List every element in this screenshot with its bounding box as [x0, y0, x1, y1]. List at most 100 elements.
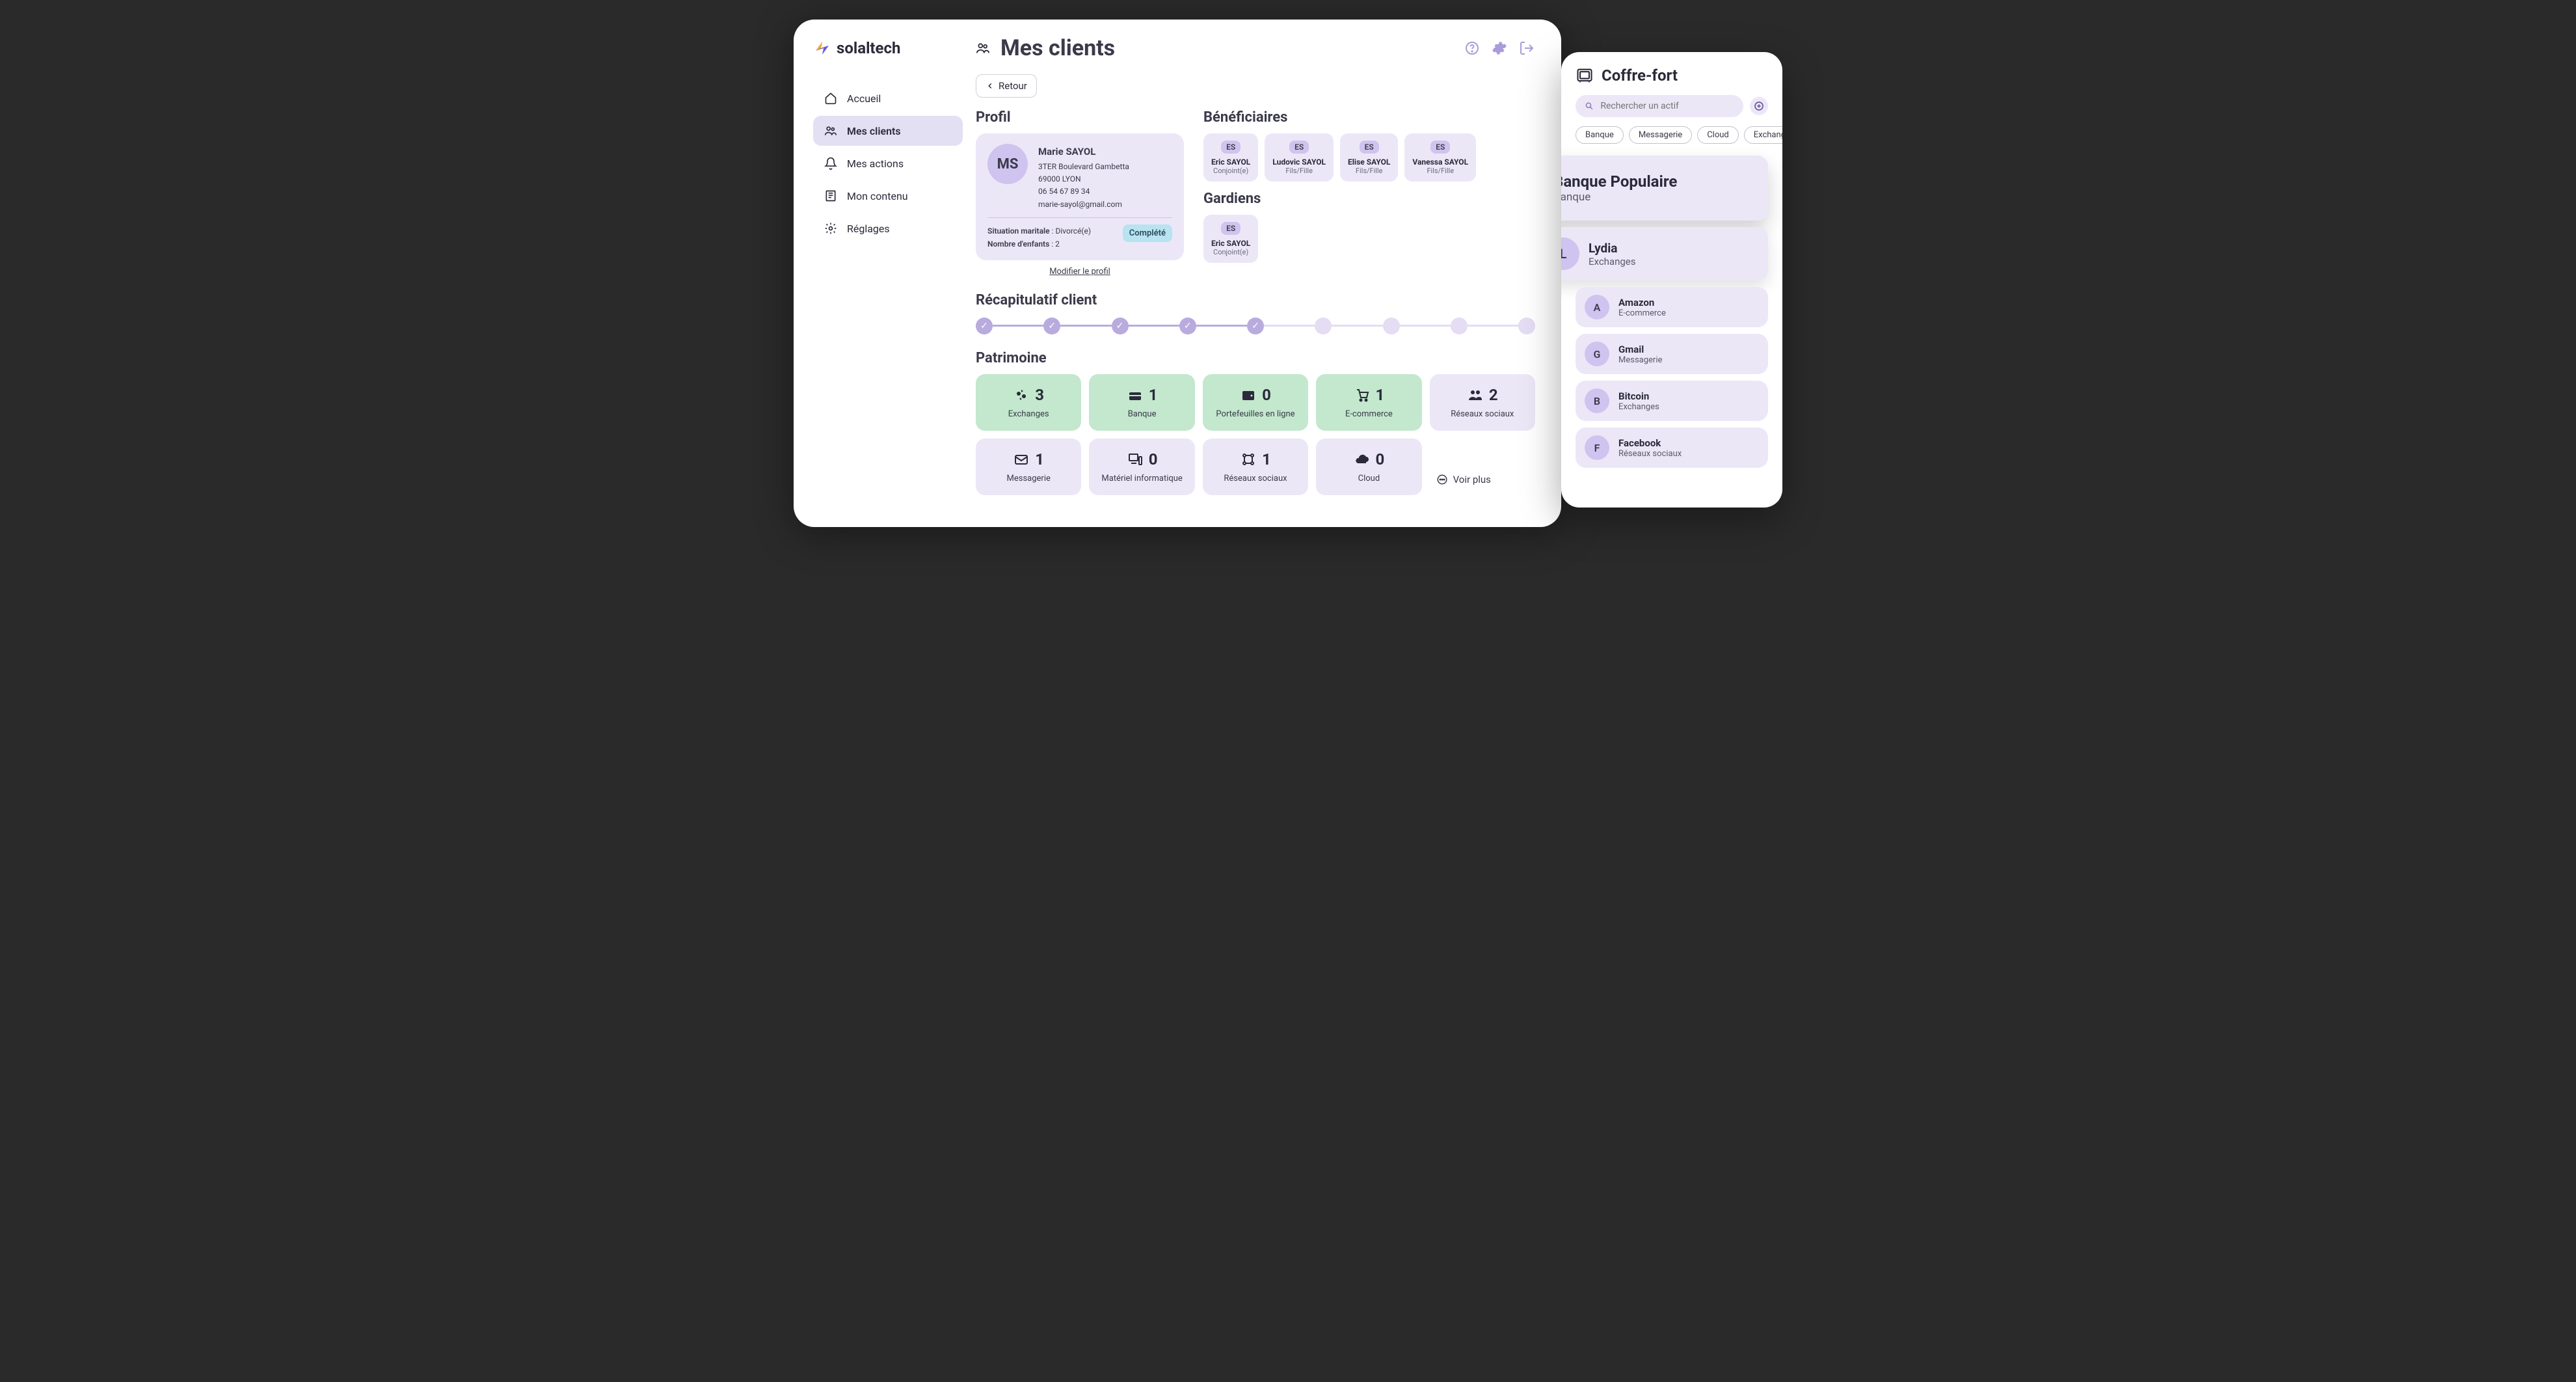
person-name: Eric SAYOL: [1211, 157, 1250, 167]
vault-search[interactable]: [1576, 95, 1743, 117]
vault-icon: [1576, 66, 1594, 85]
patrimoine-tile-réseaux-sociaux[interactable]: 2 Réseaux sociaux: [1430, 374, 1535, 431]
person-initials: ES: [1360, 141, 1379, 154]
progress-step[interactable]: ✓: [976, 318, 993, 334]
nav-item-mon-contenu[interactable]: Mon contenu: [813, 181, 963, 211]
tile-label: Matériel informatique: [1095, 474, 1188, 483]
patrimoine-tile-portefeuilles-en-ligne[interactable]: 0Portefeuilles en ligne: [1203, 374, 1308, 431]
progress-step[interactable]: [1315, 318, 1332, 334]
tile-count: 0: [1149, 450, 1158, 468]
patrimoine-tile-exchanges[interactable]: 3 Exchanges: [976, 374, 1081, 431]
profile-card: MS Marie SAYOL 3TER Boulevard Gambetta 6…: [976, 133, 1184, 260]
progress-step[interactable]: [1518, 318, 1535, 334]
progress-step[interactable]: ✓: [1043, 318, 1060, 334]
person-card[interactable]: ES Eric SAYOLConjoint(e): [1203, 133, 1258, 182]
progress-steps: ✓ ✓ ✓ ✓ ✓: [976, 318, 1535, 334]
edit-profile-link[interactable]: Modifier le profil: [976, 267, 1184, 277]
vault-item-category: Exchanges: [1589, 256, 1636, 267]
person-card[interactable]: ESEric SAYOLConjoint(e): [1203, 215, 1258, 263]
profile-email: marie-sayol@gmail.com: [1038, 198, 1129, 211]
person-initials: ES: [1221, 141, 1241, 154]
vault-item-name: Gmail: [1618, 344, 1662, 355]
help-icon[interactable]: [1464, 40, 1481, 57]
tile-label: Messagerie: [982, 474, 1075, 483]
nav-item-mes-actions[interactable]: Mes actions: [813, 148, 963, 178]
tile-count: 1: [1149, 386, 1158, 404]
header-actions: [1464, 40, 1535, 57]
profile-phone: 06 54 67 89 34: [1038, 185, 1129, 198]
vault-item-lydia[interactable]: LLydiaExchanges: [1561, 227, 1768, 280]
vault-item-name: Banque Populaire: [1561, 172, 1677, 191]
tile-count: 1: [1376, 386, 1385, 404]
patrimoine-heading: Patrimoine: [976, 350, 1535, 366]
nav-item-accueil[interactable]: Accueil: [813, 83, 963, 113]
back-button[interactable]: Retour: [976, 74, 1037, 98]
status-badge: Complété: [1123, 224, 1172, 242]
beneficiaries-list: ES Eric SAYOLConjoint(e) ESLudovic SAYOLFi…: [1203, 133, 1535, 182]
patrimoine-tile-cloud[interactable]: 0 Cloud: [1316, 439, 1421, 495]
patrimoine-tile-réseaux-sociaux[interactable]: 1Réseaux sociaux: [1203, 439, 1308, 495]
guardians-heading: Gardiens: [1203, 191, 1535, 207]
patrimoine-tile-matériel-informatique[interactable]: 0 Matériel informatique: [1089, 439, 1194, 495]
vault-item-avatar: L: [1561, 237, 1579, 270]
vault-search-input[interactable]: [1600, 101, 1734, 111]
nav-icon: [824, 124, 838, 138]
logo: solaltech: [813, 39, 963, 57]
logo-text: solaltech: [837, 39, 900, 57]
gear-icon[interactable]: [1491, 40, 1508, 57]
filter-chip-exchanges[interactable]: Exchanges: [1744, 126, 1782, 144]
tile-count: 0: [1376, 450, 1385, 468]
patrimoine-tile-banque[interactable]: 1 Banque: [1089, 374, 1194, 431]
tile-count: 3: [1035, 386, 1044, 404]
recap-heading: Récapitulatif client: [976, 292, 1535, 308]
guardians-list: ESEric SAYOLConjoint(e): [1203, 215, 1535, 263]
vault-item-gmail[interactable]: GGmailMessagerie: [1576, 334, 1768, 374]
nav-item-réglages[interactable]: Réglages: [813, 213, 963, 243]
vault-item-banque-populaire[interactable]: BPBanque PopulaireBanque: [1561, 156, 1768, 221]
person-initials: ES: [1289, 141, 1309, 154]
vault-item-amazon[interactable]: AAmazonE-commerce: [1576, 287, 1768, 327]
progress-step[interactable]: ✓: [1179, 318, 1196, 334]
nav-icon: [824, 156, 838, 170]
logo-icon: [813, 39, 831, 57]
vault-item-category: E-commerce: [1618, 308, 1666, 318]
patrimoine-tile-e-commerce[interactable]: 1E-commerce: [1316, 374, 1421, 431]
nav-list: AccueilMes clientsMes actionsMon contenu…: [813, 83, 963, 243]
person-card[interactable]: ESLudovic SAYOLFils/Fille: [1265, 133, 1334, 182]
tile-label: Banque: [1095, 409, 1188, 419]
filter-chip-cloud[interactable]: Cloud: [1697, 126, 1739, 144]
vault-item-facebook[interactable]: FFacebookRéseaux sociaux: [1576, 427, 1768, 468]
logout-icon[interactable]: [1518, 40, 1535, 57]
person-card[interactable]: ESElise SAYOLFils/Fille: [1340, 133, 1398, 182]
filter-chip-messagerie[interactable]: Messagerie: [1629, 126, 1692, 144]
person-card[interactable]: ESVanessa SAYOLFils/Fille: [1404, 133, 1476, 182]
check-icon: ✓: [1184, 321, 1192, 331]
network-icon: [1240, 452, 1257, 467]
vault-item-avatar: G: [1585, 342, 1609, 366]
tile-count: 2: [1489, 386, 1498, 404]
vault-title: Coffre-fort: [1602, 66, 1678, 85]
nav-item-mes-clients[interactable]: Mes clients: [813, 116, 963, 146]
vault-list: BPBanque PopulaireBanqueLLydiaExchangesA…: [1576, 156, 1782, 468]
progress-step[interactable]: [1383, 318, 1400, 334]
profile-heading: Profil: [976, 109, 1184, 126]
vault-item-avatar: B: [1585, 388, 1609, 413]
tile-label: Réseaux sociaux: [1209, 474, 1302, 483]
vault-item-category: Exchanges: [1618, 402, 1659, 412]
vault-item-bitcoin[interactable]: BBitcoinExchanges: [1576, 381, 1768, 421]
vault-item-avatar: F: [1585, 435, 1609, 460]
filter-chip-banque[interactable]: Banque: [1576, 126, 1624, 144]
see-more-button[interactable]: Voir plus: [1430, 439, 1535, 495]
add-asset-button[interactable]: [1750, 97, 1768, 115]
tile-label: Cloud: [1322, 474, 1415, 483]
progress-step[interactable]: [1451, 318, 1468, 334]
progress-step[interactable]: ✓: [1112, 318, 1129, 334]
users-icon: [1467, 387, 1484, 403]
tile-label: Réseaux sociaux: [1436, 409, 1529, 419]
vault-item-avatar: A: [1585, 295, 1609, 319]
tile-label: Exchanges: [982, 409, 1075, 419]
person-role: Conjoint(e): [1211, 167, 1250, 175]
page-title: Mes clients: [1000, 35, 1115, 61]
progress-step[interactable]: ✓: [1247, 318, 1264, 334]
patrimoine-tile-messagerie[interactable]: 1Messagerie: [976, 439, 1081, 495]
